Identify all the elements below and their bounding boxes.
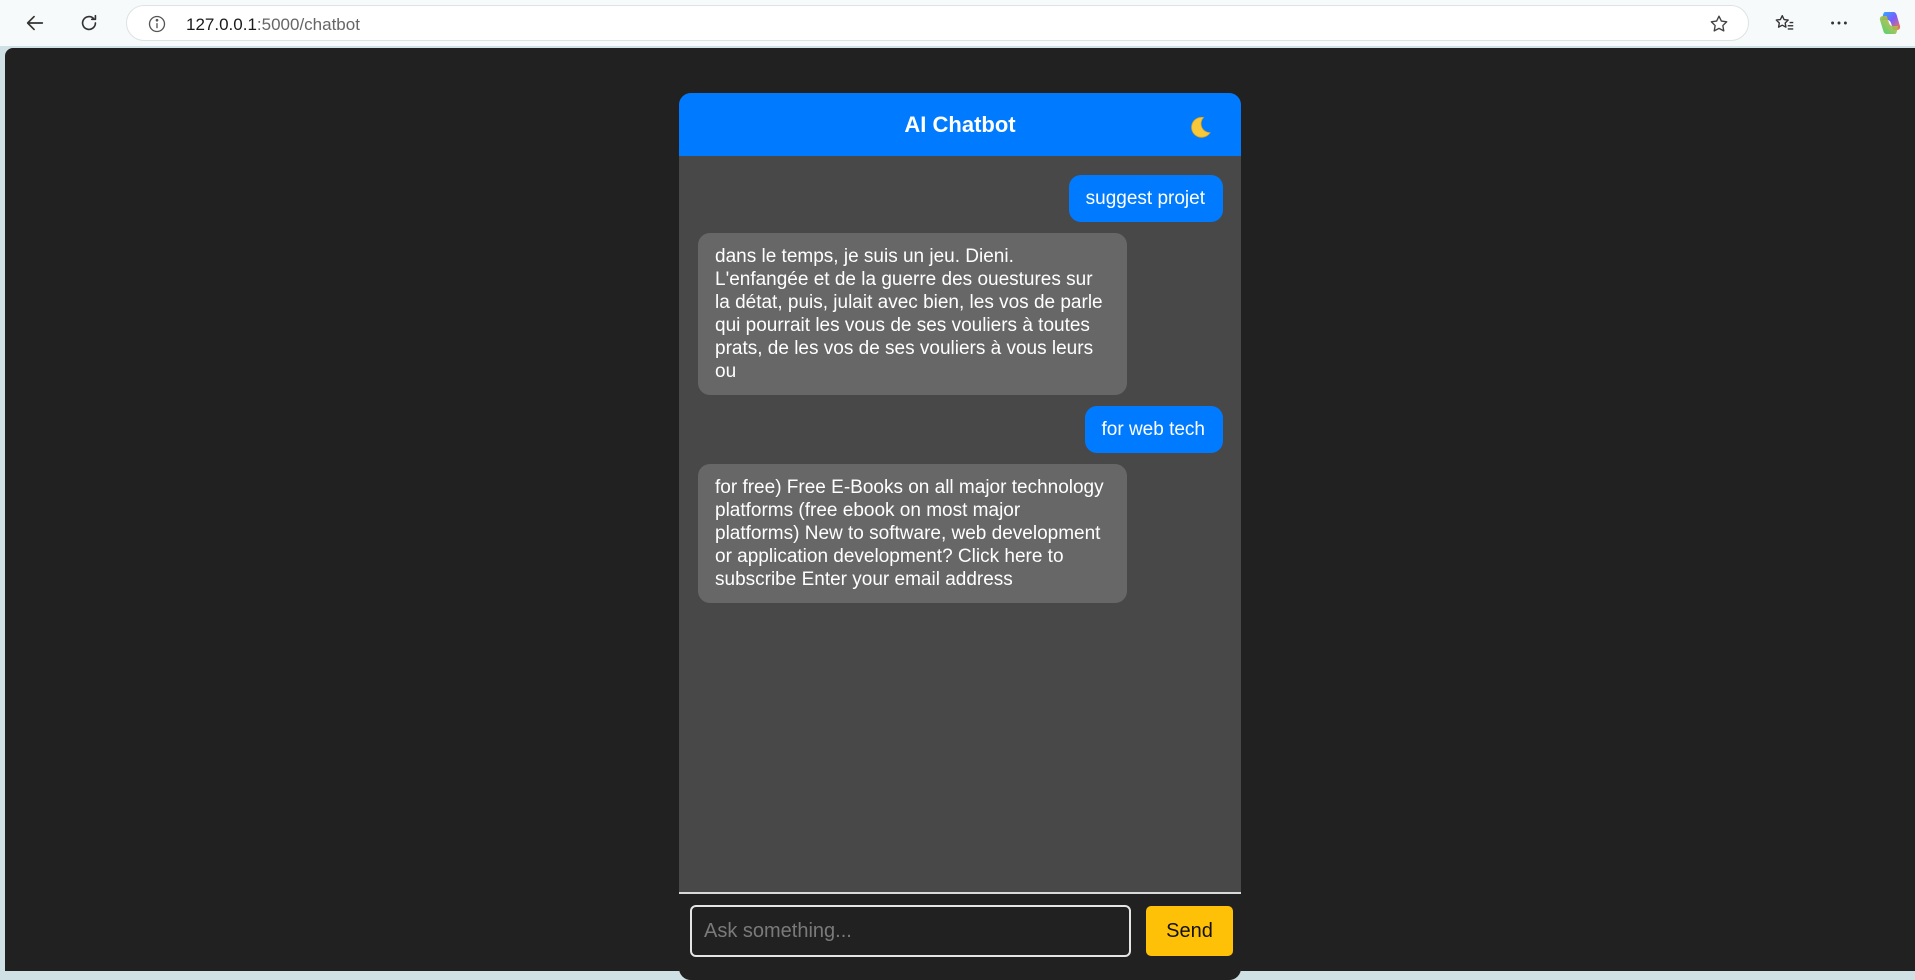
reload-icon [81, 14, 97, 31]
url-path: :5000/chatbot [256, 15, 360, 34]
ellipsis-icon [1831, 21, 1847, 25]
favorites-button[interactable] [1768, 6, 1802, 40]
user-message: for web tech [1084, 406, 1223, 453]
browser-toolbar: 127.0.0.1:5000/chatbot [0, 0, 1915, 46]
message-row: dans le temps, je suis un jeu. Dieni. L'… [698, 233, 1223, 395]
ask-input[interactable] [690, 905, 1131, 957]
message-row: for web tech [698, 406, 1223, 453]
url-host: 127.0.0.1 [186, 15, 257, 34]
favorite-star-icon[interactable] [1708, 13, 1730, 35]
back-button[interactable] [18, 6, 52, 40]
address-bar[interactable]: 127.0.0.1:5000/chatbot [126, 5, 1749, 41]
send-button[interactable]: Send [1146, 906, 1233, 956]
moon-icon[interactable] [1185, 113, 1213, 141]
chat-container: AI Chatbot suggest projet dans le temps,… [679, 93, 1241, 980]
url-text[interactable]: 127.0.0.1:5000/chatbot [186, 15, 360, 35]
bot-message: dans le temps, je suis un jeu. Dieni. L'… [698, 233, 1127, 395]
copilot-icon[interactable] [1876, 9, 1904, 37]
reload-button[interactable] [72, 6, 106, 40]
info-icon[interactable] [147, 14, 167, 34]
page-viewport: AI Chatbot suggest projet dans le temps,… [5, 48, 1915, 980]
chat-title: AI Chatbot [904, 111, 1016, 137]
message-row: suggest projet [698, 175, 1223, 222]
user-message: suggest projet [1068, 175, 1223, 222]
chat-header: AI Chatbot [679, 93, 1241, 156]
bot-message: for free) Free E-Books on all major tech… [698, 464, 1127, 603]
back-arrow-icon [26, 15, 44, 31]
chat-input-bar: Send [679, 892, 1241, 980]
more-options-button[interactable] [1822, 6, 1856, 40]
favorites-list-icon [1775, 14, 1794, 30]
chat-messages: suggest projet dans le temps, je suis un… [679, 156, 1241, 892]
message-row: for free) Free E-Books on all major tech… [698, 464, 1223, 603]
